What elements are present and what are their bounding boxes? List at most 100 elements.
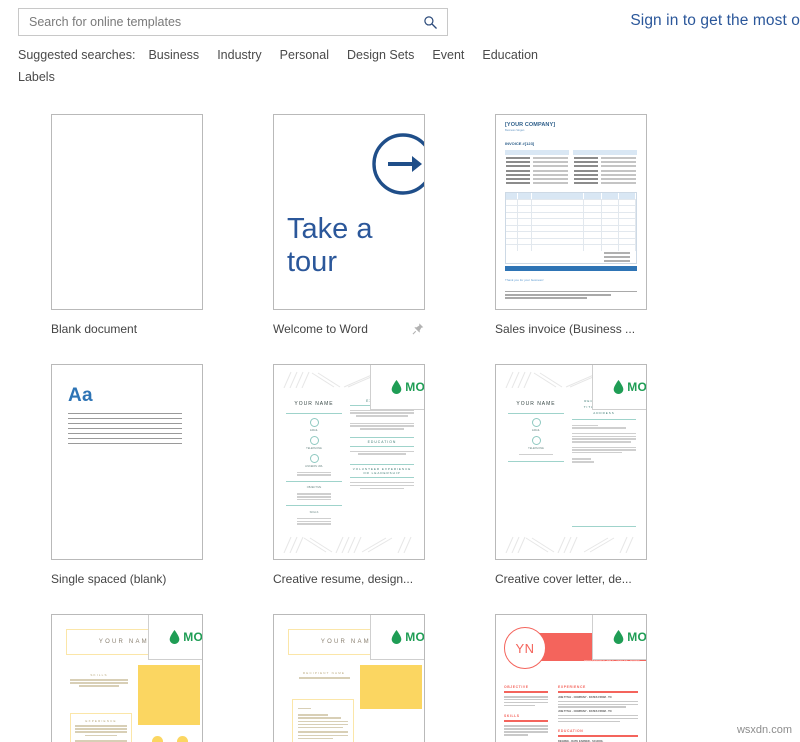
resume-contact-label: EMAIL (310, 428, 318, 432)
suggested-link-design-sets[interactable]: Design Sets (347, 44, 414, 66)
pin-icon[interactable] (411, 322, 425, 336)
suggested-link-education[interactable]: Education (482, 44, 538, 66)
template-tile-single-spaced[interactable]: Aa Single spaced (blank) (51, 364, 203, 586)
invoice-bill-to-header (505, 150, 569, 155)
template-tile-blank-document[interactable]: Blank document (51, 114, 203, 336)
resume-section-heading: EXPERIENCE (85, 719, 117, 723)
cover-contact-label: EMAIL (532, 428, 540, 432)
resume-left-column: EMAIL TELEPHONE LINKEDIN URL OBJECTIVE S… (286, 413, 342, 526)
invoice-preview: [YOUR COMPANY] Business Slogan INVOICE #… (505, 122, 637, 302)
suggested-link-personal[interactable]: Personal (280, 44, 329, 66)
sign-in-link[interactable]: Sign in to get the most o (630, 12, 800, 30)
template-thumbnail-blank-document[interactable] (51, 114, 203, 310)
cover-recipient-address: ADDRESS (593, 411, 615, 415)
search-box[interactable] (18, 8, 448, 36)
moo-badge: MOO (370, 365, 424, 410)
moo-badge: MOO (592, 615, 647, 660)
template-thumbnail-welcome-to-word[interactable]: Take a tour (273, 114, 425, 310)
moo-badge: MOO (370, 615, 425, 660)
suggested-link-industry[interactable]: Industry (217, 44, 261, 66)
ruled-lines (68, 413, 182, 448)
phone-icon (309, 435, 319, 445)
resume-section-heading: EXPERIENCE (558, 685, 586, 689)
template-caption: Sales invoice (Business ... (495, 322, 647, 336)
template-thumbnail-yellow-resume[interactable]: MOO YOUR NAME SKILLS EXPERIENCE (51, 614, 203, 742)
suggested-link-labels[interactable]: Labels (18, 66, 55, 88)
suggested-searches: Suggested searches: Business Industry Perso… (18, 44, 578, 88)
invoice-ship-to (573, 150, 637, 185)
cover-contact-label: TELEPHONE (528, 446, 544, 450)
invoice-thanks: Thank you for your business! (505, 277, 544, 282)
cover-name-placeholder: YOUR NAME (320, 639, 378, 645)
moo-droplet-icon (169, 630, 180, 644)
cover-left-column: EMAIL TELEPHONE (508, 413, 564, 468)
suggested-link-event[interactable]: Event (432, 44, 464, 66)
resume-section-heading: SKILLS (90, 673, 108, 677)
template-thumbnail-creative-cover-letter[interactable]: MOO (495, 364, 647, 560)
template-thumbnail-creative-resume[interactable]: MOO (273, 364, 425, 560)
template-caption-text: Single spaced (blank) (51, 572, 167, 586)
link-icon (309, 453, 319, 463)
monogram-badge: YN (504, 627, 546, 669)
invoice-line-items-table (505, 192, 637, 264)
template-tile-sales-invoice[interactable]: [YOUR COMPANY] Business Slogan INVOICE #… (495, 114, 647, 336)
moo-badge: MOO (592, 365, 647, 410)
tour-text-line2: tour (287, 246, 337, 278)
skill-dots (142, 733, 198, 742)
objective-highlight-block (138, 665, 200, 725)
moo-droplet-icon (613, 380, 624, 394)
template-caption: Creative cover letter, de... (495, 572, 647, 586)
template-grid: Blank document Take a tour Welcome to Wo… (0, 96, 800, 742)
search-row (18, 8, 448, 36)
moo-droplet-icon (613, 630, 624, 644)
search-button[interactable] (419, 11, 441, 33)
tour-text: Take a tour (287, 213, 372, 279)
cover-section-heading: RECIPIENT NAME (302, 671, 346, 675)
invoice-title: INVOICE #[123] (505, 141, 535, 146)
template-caption-text: Blank document (51, 322, 138, 336)
moo-wordmark: MOO (627, 380, 647, 394)
moo-wordmark: MOO (183, 630, 203, 644)
resume-contact-label: LINKEDIN URL (305, 464, 323, 468)
template-thumbnail-red-resume[interactable]: MOO YN YOUR NAME PROFESSIONAL TITLE · CI… (495, 614, 647, 742)
invoice-bill-to (505, 150, 569, 185)
template-caption-text: Creative resume, design... (273, 572, 414, 586)
resume-section-label: OBJECTIVE (306, 486, 322, 490)
template-tile-yellow-resume[interactable]: MOO YOUR NAME SKILLS EXPERIENCE (51, 614, 203, 742)
decorative-stripes-icon (283, 536, 412, 553)
template-tile-creative-cover-letter[interactable]: MOO (495, 364, 647, 586)
template-caption-text: Creative cover letter, de... (495, 572, 632, 586)
moo-wordmark: MOO (405, 630, 425, 644)
moo-droplet-icon (391, 380, 402, 394)
resume-section-heading: EDUCATION (558, 729, 584, 734)
resume-name-placeholder: YOUR NAME (98, 639, 156, 645)
template-thumbnail-single-spaced[interactable]: Aa (51, 364, 203, 560)
resume-contact-label: TELEPHONE (306, 446, 322, 450)
moo-wordmark: MOO (627, 630, 647, 644)
template-thumbnail-yellow-cover-letter[interactable]: MOO YOUR NAME RECIPIENT NAME (273, 614, 425, 742)
resume-section-heading: EDUCATION (367, 440, 397, 445)
suggested-link-business[interactable]: Business (148, 44, 199, 66)
invoice-company: [YOUR COMPANY] (505, 122, 556, 128)
template-caption-text: Welcome to Word (273, 322, 368, 336)
resume-name-placeholder: YOUR NAME (294, 401, 334, 407)
template-caption: Blank document (51, 322, 203, 336)
moo-badge: MOO (148, 615, 203, 660)
template-tile-creative-resume[interactable]: MOO (273, 364, 425, 586)
template-thumbnail-sales-invoice[interactable]: [YOUR COMPANY] Business Slogan INVOICE #… (495, 114, 647, 310)
site-watermark: wsxdn.com (736, 724, 792, 736)
cover-name-placeholder: YOUR NAME (516, 401, 556, 407)
email-icon (309, 417, 319, 427)
invoice-total-bar (505, 265, 637, 271)
template-tile-red-resume[interactable]: MOO YN YOUR NAME PROFESSIONAL TITLE · CI… (495, 614, 647, 742)
search-input[interactable] (29, 9, 419, 35)
template-tile-yellow-cover-letter[interactable]: MOO YOUR NAME RECIPIENT NAME (273, 614, 425, 742)
template-caption: Creative resume, design... (273, 572, 425, 586)
template-picker-header: Sign in to get the most o Suggested sear… (0, 0, 800, 88)
template-tile-welcome-to-word[interactable]: Take a tour Welcome to Word (273, 114, 425, 336)
arrow-circle-icon (372, 133, 424, 195)
invoice-parties (505, 150, 637, 185)
cover-bottom-rule (572, 526, 636, 527)
sample-text-aa: Aa (68, 385, 93, 406)
resume-right-column: EXPERIENCE JOB TITLE · COMPANY · DATES F… (558, 685, 638, 742)
